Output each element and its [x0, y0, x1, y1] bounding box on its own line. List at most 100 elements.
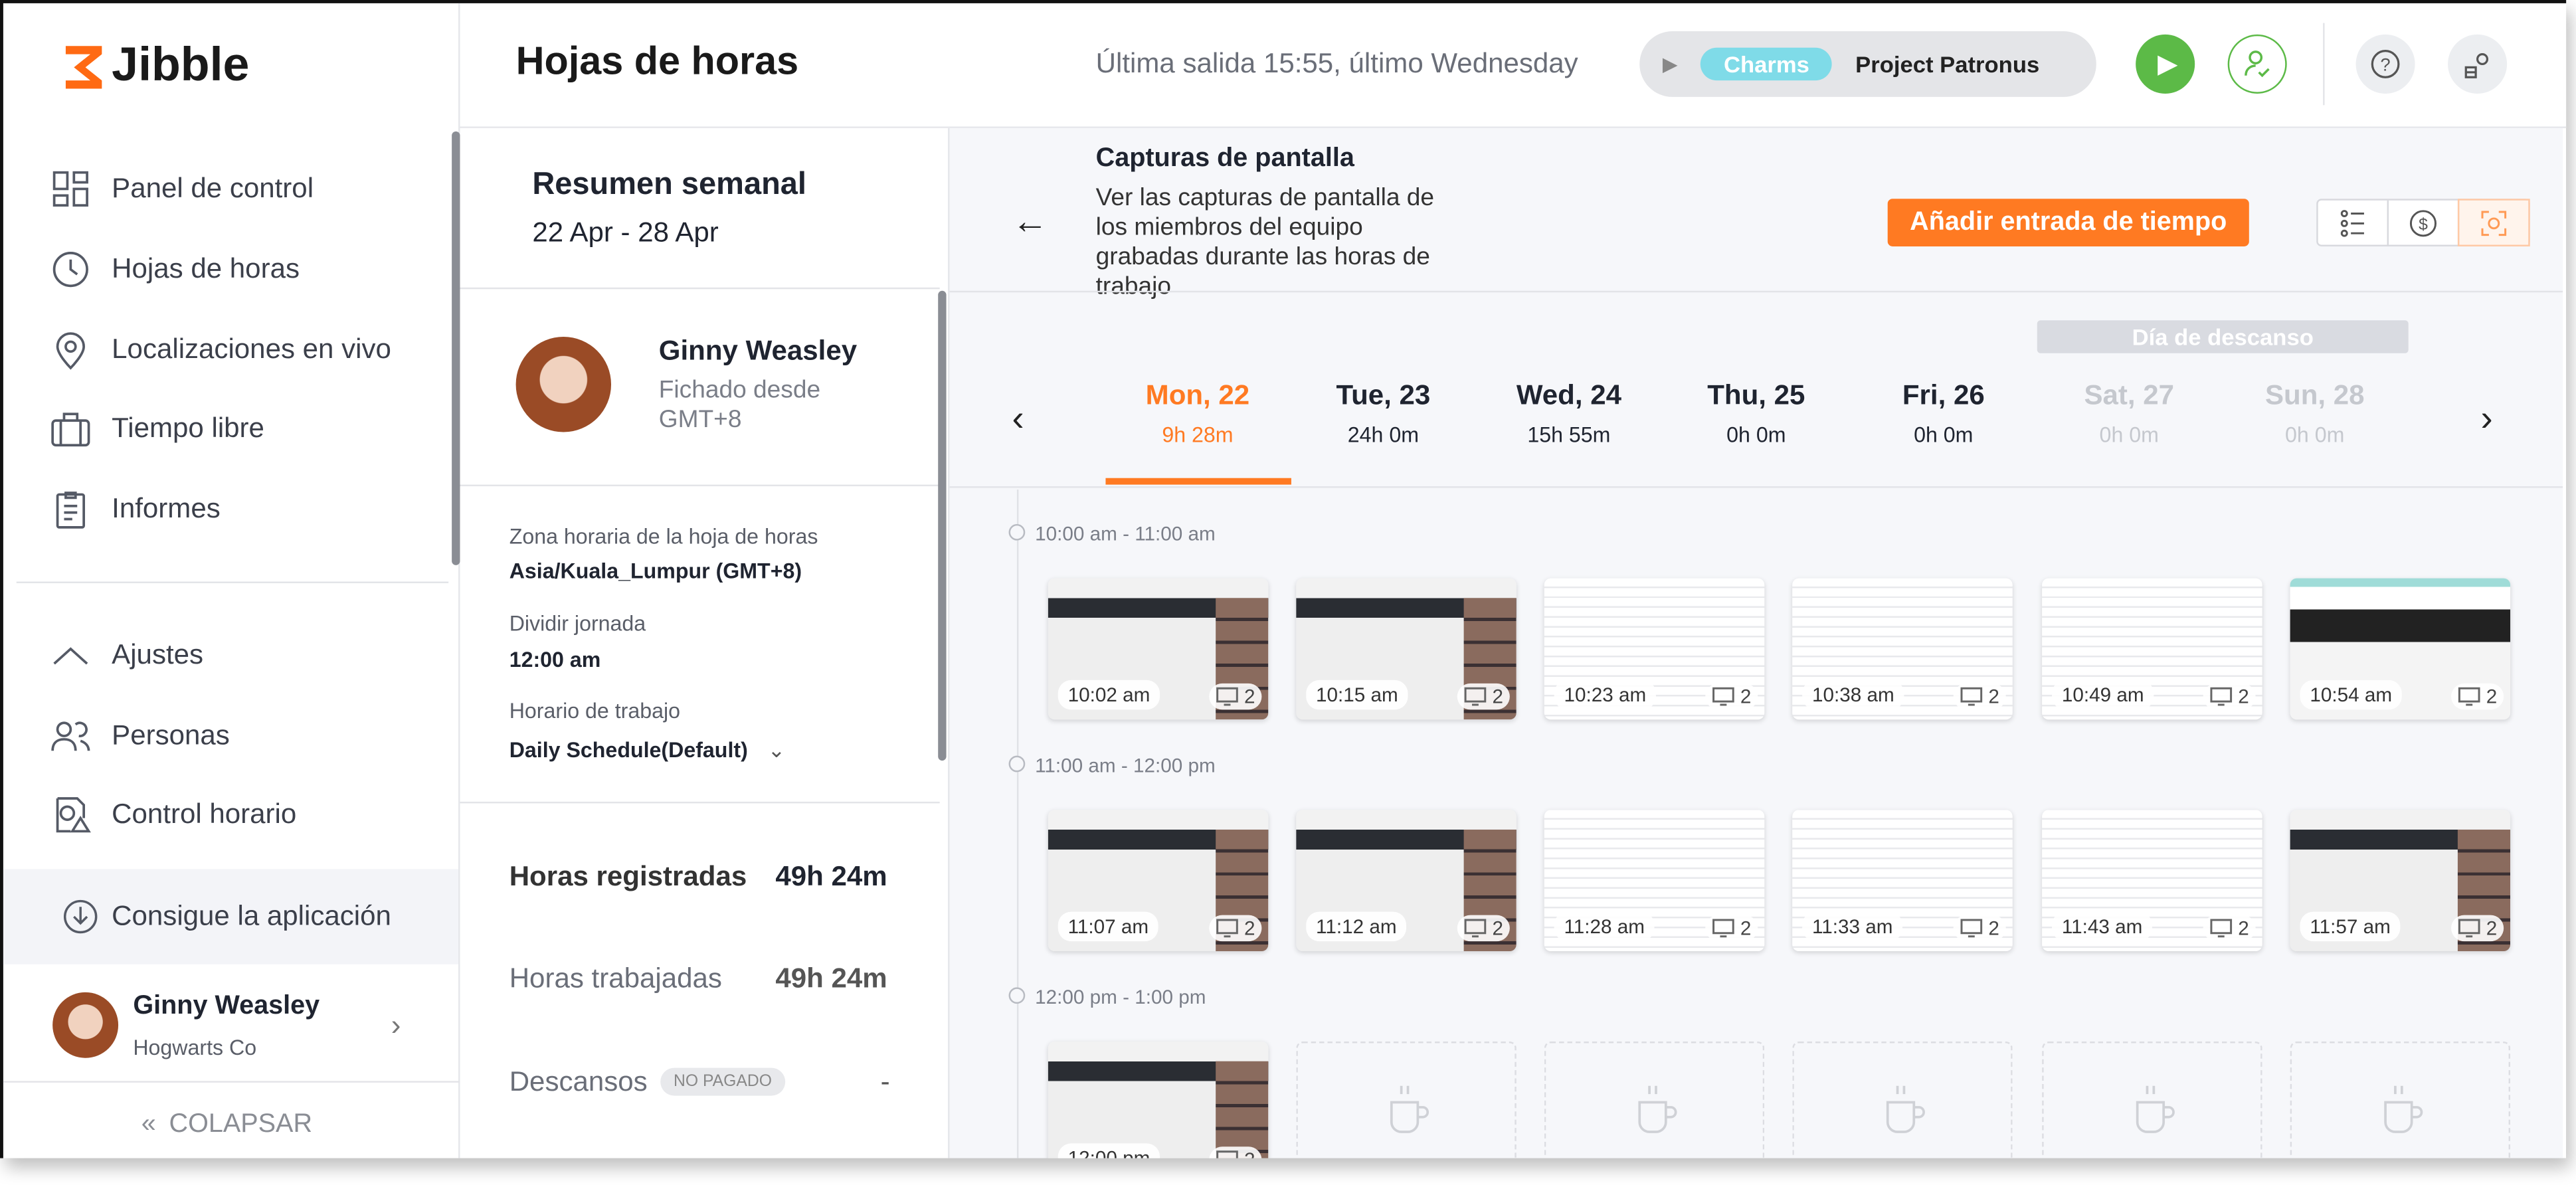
screenshot-time: 10:23 am	[1554, 680, 1657, 710]
chevron-right-icon[interactable]: ›	[391, 1009, 401, 1044]
dollar-icon: $	[2409, 209, 2437, 236]
divider	[460, 287, 940, 290]
screenshot-thumbnail[interactable]: 11:43 am 2	[2042, 810, 2262, 951]
monitor-icon	[1961, 919, 1983, 938]
screenshot-time: 10:54 am	[2300, 680, 2402, 710]
divider	[460, 801, 940, 804]
breaks-value: -	[880, 1066, 890, 1098]
cost-view-button[interactable]: $	[2389, 200, 2460, 245]
timeline-dot	[1008, 523, 1026, 541]
screenshot-thumbnail[interactable]: 10:38 am 2	[1792, 578, 2013, 720]
screenshot-thumbnail[interactable]: 11:28 am 2	[1544, 810, 1765, 951]
sidebar-item-live-locations[interactable]: Localizaciones en vivo	[49, 329, 391, 371]
dashboard-icon	[52, 171, 88, 207]
prev-week-chevron-icon[interactable]: ‹	[1012, 398, 1024, 440]
chevron-up-icon	[53, 647, 88, 665]
schedule-label: Horario de trabajo	[509, 698, 681, 723]
monitor-icon	[1216, 919, 1239, 938]
screenshot-time: 11:57 am	[2300, 911, 2401, 942]
clock-in-button[interactable]: ▶	[2136, 34, 2195, 94]
screen-count-value: 2	[2238, 917, 2249, 940]
help-button[interactable]: ?	[2355, 34, 2415, 94]
list-view-button[interactable]	[2318, 200, 2389, 245]
user-name[interactable]: Ginny Weasley	[133, 992, 320, 1022]
sidebar-item-label: Hojas de horas	[112, 252, 300, 284]
schedule-dropdown[interactable]: Daily Schedule(Default) ⌄	[509, 737, 786, 764]
monitor-icon	[1216, 687, 1239, 706]
screenshot-thumbnail[interactable]: 10:15 am 2	[1296, 578, 1517, 720]
day-tab[interactable]: Tue, 23 24h 0m	[1293, 379, 1473, 446]
get-app-link[interactable]: Consigue la aplicación	[3, 869, 459, 964]
screenshot-thumbnail[interactable]: 12:00 pm 2	[1048, 1042, 1269, 1158]
coffee-cup-icon	[2384, 1085, 2423, 1133]
active-day-underline	[1105, 478, 1291, 485]
avatar	[52, 992, 119, 1058]
sidebar-item-people[interactable]: Personas	[49, 715, 230, 757]
day-tab[interactable]: Sun, 28 0h 0m	[2225, 379, 2405, 446]
sidebar-item-time-tracking[interactable]: Control horario	[49, 794, 296, 836]
settings-toggle[interactable]: Ajustes	[49, 634, 203, 677]
add-time-entry-button[interactable]: Añadir entrada de tiempo	[1887, 199, 2249, 246]
logo[interactable]: Jibble	[62, 39, 249, 94]
screen-count: 2	[2203, 915, 2256, 942]
worked-hours-value: 49h 24m	[775, 962, 887, 994]
jibble-logo-icon	[65, 45, 102, 88]
location-pin-icon	[56, 332, 85, 370]
screenshots-view-button[interactable]	[2457, 199, 2530, 246]
sidebar-item-dashboard[interactable]: Panel de control	[49, 167, 314, 210]
day-tab[interactable]: Thu, 25 0h 0m	[1666, 379, 1847, 446]
summary-scrollbar[interactable]	[938, 290, 947, 761]
screenshot-thumbnail[interactable]: 10:54 am 2	[2290, 578, 2511, 720]
screen-count: 2	[1210, 915, 1262, 942]
day-label: Sat, 27	[2084, 379, 2175, 411]
settings-label: Ajustes	[112, 639, 204, 671]
sidebar-item-label: Personas	[112, 719, 230, 751]
day-tab[interactable]: Wed, 24 15h 55m	[1479, 379, 1659, 446]
clipboard-icon	[56, 492, 85, 529]
screenshots-panel: ← Capturas de pantalla Ver las capturas …	[949, 128, 2563, 1158]
sidebar-item-timesheets[interactable]: Hojas de horas	[49, 248, 300, 290]
day-tab[interactable]: Fri, 26 0h 0m	[1853, 379, 2034, 446]
screenshot-time: 11:28 am	[1554, 911, 1655, 942]
screenshot-thumbnail[interactable]: 11:57 am 2	[2290, 810, 2511, 951]
member-timezone: GMT+8	[658, 405, 742, 434]
screenshot-thumbnail[interactable]: 10:02 am 2	[1048, 578, 1269, 720]
screen-count: 2	[1705, 683, 1758, 710]
screen-count-value: 2	[2238, 685, 2249, 708]
activity-selector[interactable]: ▶ Charms Project Patronus	[1639, 31, 2096, 97]
time-tracking-icon	[56, 797, 91, 833]
divider	[2323, 23, 2325, 106]
screenshot-thumbnail[interactable]: 11:07 am 2	[1048, 810, 1269, 951]
sidebar-item-time-off[interactable]: Tiempo libre	[49, 407, 264, 450]
description-line: los miembros del equipo	[1095, 213, 1363, 242]
view-switcher: $	[2316, 199, 2530, 246]
tracked-hours-label: Horas registradas	[509, 860, 747, 892]
timezone-value: Asia/Kuala_Lumpur (GMT+8)	[509, 558, 802, 583]
day-tab[interactable]: Mon, 22 9h 28m	[1107, 379, 1288, 446]
sidebar-item-reports[interactable]: Informes	[49, 488, 221, 531]
hour-range-label: 12:00 pm - 1:00 pm	[1035, 985, 1206, 1009]
screen-count-value: 2	[1988, 685, 1999, 708]
attendance-button[interactable]	[2227, 34, 2287, 94]
day-label: Tue, 23	[1336, 379, 1431, 411]
next-week-chevron-icon[interactable]: ›	[2481, 398, 2493, 440]
monitor-icon	[2458, 919, 2481, 938]
sidebar-scrollbar[interactable]	[452, 131, 460, 565]
screen-count: 2	[1457, 683, 1510, 710]
back-arrow-icon[interactable]: ←	[1012, 201, 1048, 243]
page-title: Hojas de horas	[515, 39, 799, 84]
day-tab[interactable]: Sat, 27 0h 0m	[2039, 379, 2219, 446]
monitor-icon	[2211, 687, 2233, 706]
screenshot-thumbnail[interactable]: 10:23 am 2	[1544, 578, 1765, 720]
double-chevron-left-icon: «	[141, 1110, 156, 1139]
day-off-badge: Día de descanso	[2037, 320, 2409, 353]
help-icon: ?	[2371, 50, 2400, 78]
coffee-cup-icon	[1390, 1085, 1429, 1133]
member-avatar	[515, 337, 612, 432]
screenshot-thumbnail[interactable]: 11:33 am 2	[1792, 810, 2013, 951]
screenshot-thumbnail[interactable]: 11:12 am 2	[1296, 810, 1517, 951]
settings-button[interactable]	[2448, 34, 2508, 94]
collapse-button[interactable]: « COLAPSAR	[141, 1111, 312, 1140]
screenshot-thumbnail[interactable]: 10:49 am 2	[2042, 578, 2262, 720]
day-label: Thu, 25	[1707, 379, 1805, 411]
